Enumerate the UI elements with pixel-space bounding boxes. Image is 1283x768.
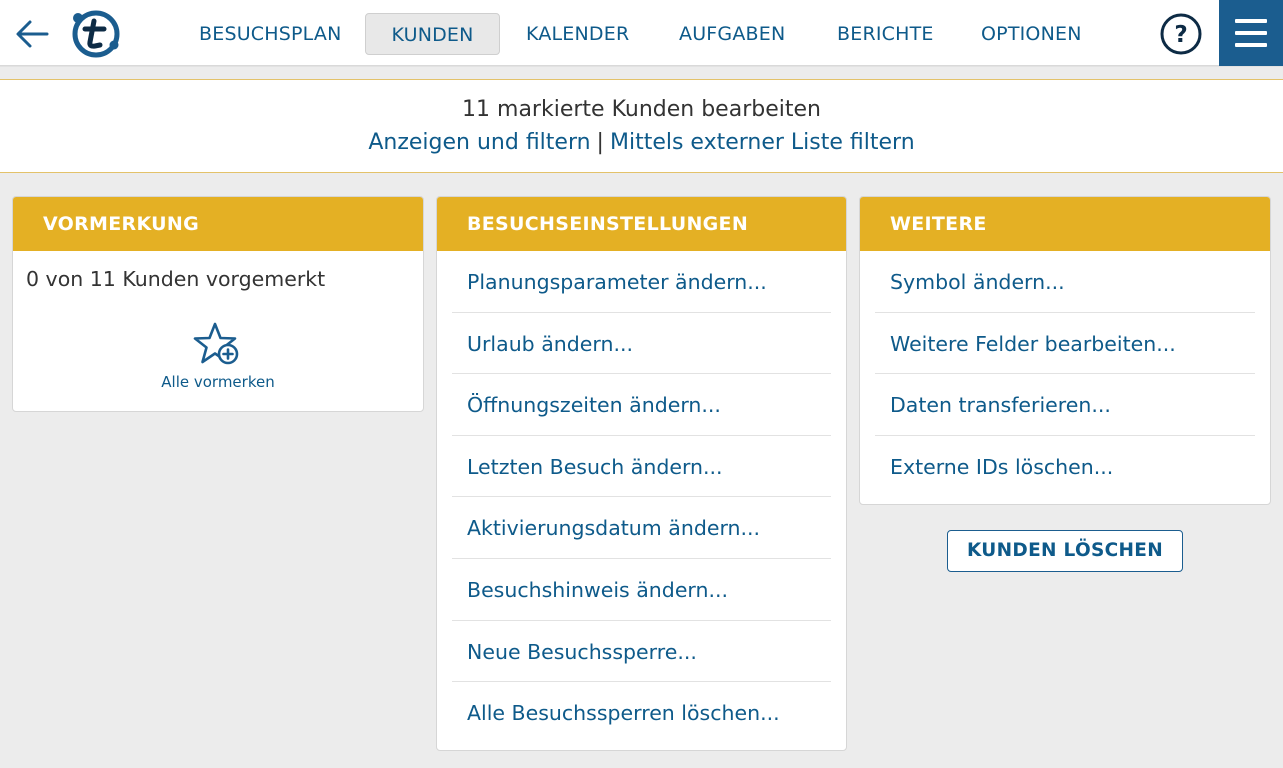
marked-count-text: 0 von 11 Kunden vorgemerkt [26,267,326,291]
nav-kalender[interactable]: KALENDER [526,13,629,55]
vormerkung-panel: VORMERKUNG 0 von 11 Kunden vorgemerkt Al… [12,196,424,412]
svg-text:?: ? [1174,22,1187,48]
delete-customers-button[interactable]: KUNDEN LÖSCHEN [947,530,1183,572]
show-and-filter-link[interactable]: Anzeigen und filtern [368,130,590,155]
nav-optionen[interactable]: OPTIONEN [981,13,1082,55]
link-separator: | [596,130,604,155]
nav-aufgaben[interactable]: AUFGABEN [679,13,785,55]
selection-header: 11 markierte Kunden bearbeiten Anzeigen … [0,79,1283,173]
star-plus-icon [193,322,239,365]
filter-links: Anzeigen und filtern | Mittels externer Li… [0,130,1283,155]
change-visit-note-link[interactable]: Besuchshinweis ändern... [452,559,831,621]
change-vacation-link[interactable]: Urlaub ändern... [452,313,831,375]
mark-all-button[interactable]: Alle vormerken [13,321,423,391]
weitere-panel: WEITERE Symbol ändern... Weitere Felder … [859,196,1271,505]
mark-all-label: Alle vormerken [161,373,275,391]
change-planning-parameters-link[interactable]: Planungsparameter ändern... [452,251,831,313]
visit-settings-list: Planungsparameter ändern... Urlaub änder… [437,251,846,744]
more-actions-list: Symbol ändern... Weitere Felder bearbeit… [860,251,1270,497]
hamburger-menu-icon[interactable] [1219,0,1283,66]
change-symbol-link[interactable]: Symbol ändern... [875,251,1255,313]
back-arrow-icon[interactable] [12,14,52,54]
panel-title: VORMERKUNG [13,197,423,251]
nav-kunden[interactable]: KUNDEN [365,13,500,55]
transfer-data-link[interactable]: Daten transferieren... [875,374,1255,436]
edit-more-fields-link[interactable]: Weitere Felder bearbeiten... [875,313,1255,375]
nav-berichte[interactable]: BERICHTE [837,13,934,55]
delete-external-ids-link[interactable]: Externe IDs löschen... [875,436,1255,498]
top-navigation-bar: BESUCHSPLAN KUNDEN KALENDER AUFGABEN BER… [0,0,1283,66]
change-last-visit-link[interactable]: Letzten Besuch ändern... [452,436,831,498]
new-visit-block-link[interactable]: Neue Besuchssperre... [452,621,831,683]
delete-all-visit-blocks-link[interactable]: Alle Besuchssperren löschen... [452,682,831,744]
nav-besuchsplan[interactable]: BESUCHSPLAN [199,13,342,55]
question-circle-icon[interactable]: ? [1159,12,1203,56]
panel-title: WEITERE [860,197,1270,251]
change-opening-hours-link[interactable]: Öffnungszeiten ändern... [452,374,831,436]
external-list-filter-link[interactable]: Mittels externer Liste filtern [610,130,915,155]
panel-title: BESUCHSEINSTELLUNGEN [437,197,846,251]
page-title: 11 markierte Kunden bearbeiten [462,97,821,122]
besuchseinstellungen-panel: BESUCHSEINSTELLUNGEN Planungsparameter ä… [436,196,847,751]
t-logo-icon[interactable] [70,9,122,59]
change-activation-date-link[interactable]: Aktivierungsdatum ändern... [452,497,831,559]
